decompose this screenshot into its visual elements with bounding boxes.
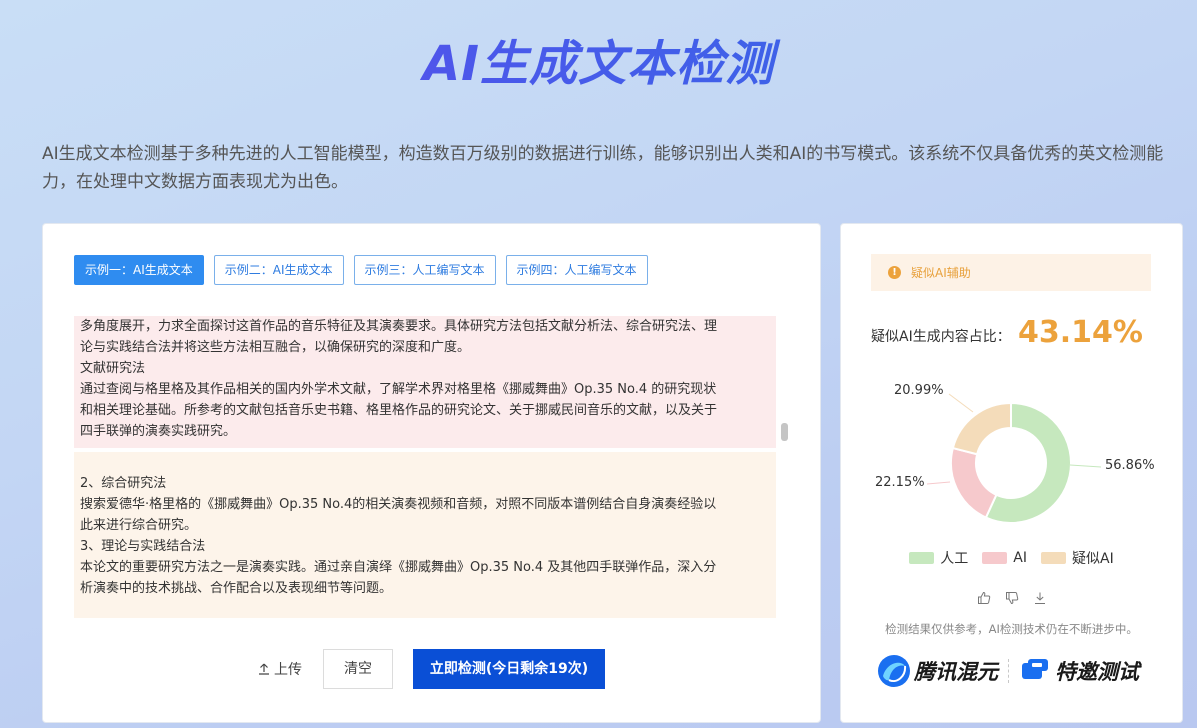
page-title: AI生成文本检测 xyxy=(0,24,1197,94)
scrollbar-thumb[interactable] xyxy=(781,423,788,441)
text-line: 析演奏中的技术挑战、合作配合以及表现细节等问题。 xyxy=(80,581,393,596)
legend-swatch xyxy=(982,552,1008,564)
example-tabs: 示例一：AI生成文本 示例二：AI生成文本 示例三：人工编写文本 示例四：人工编… xyxy=(74,255,648,285)
legend-item-suspect: 疑似AI xyxy=(1041,548,1114,568)
result-alert: ! 疑似AI辅助 xyxy=(871,254,1151,291)
tab-example-2[interactable]: 示例二：AI生成文本 xyxy=(213,255,344,285)
suspect-highlight-block: 2、综合研究法 搜索爱德华·格里格的《挪威舞曲》Op.35 No.4的相关演奏视… xyxy=(74,452,776,618)
text-line: 通过查阅与格里格及其作品相关的国内外学术文献，了解学术界对格里格《挪威舞曲》Op… xyxy=(80,382,717,397)
download-icon[interactable] xyxy=(1033,591,1047,605)
text-line: 此来进行综合研究。 xyxy=(80,518,198,533)
text-line: 文献研究法 xyxy=(80,361,146,376)
ai-highlight-block: 多角度展开，力求全面探讨这首作品的音乐特征及其演奏要求。具体研究方法包括文献分析… xyxy=(74,316,776,448)
warning-icon: ! xyxy=(888,266,901,279)
text-line: 和相关理论基础。所参考的文献包括音乐史书籍、格里格作品的研究论文、关于挪威民间音… xyxy=(80,403,718,418)
thumbs-down-icon[interactable] xyxy=(1005,591,1019,605)
clear-button[interactable]: 清空 xyxy=(323,649,393,689)
text-line: 2、综合研究法 xyxy=(80,476,167,491)
data-label: 22.15% xyxy=(875,475,925,490)
legend-label: AI xyxy=(1013,550,1027,566)
text-line: 搜索爱德华·格里格的《挪威舞曲》Op.35 No.4的相关演奏视频和音频，对照不… xyxy=(80,497,717,512)
upload-button[interactable]: 上传 xyxy=(258,659,302,679)
label-leader-line xyxy=(926,481,951,485)
thumbs-up-icon[interactable] xyxy=(977,591,991,605)
text-line: 四手联弹的演奏实践研究。 xyxy=(80,424,237,439)
page-description: AI生成文本检测基于多种先进的人工智能模型，构造数百万级别的数据进行训练，能够识… xyxy=(42,144,1164,192)
legend-item-human: 人工 xyxy=(909,548,968,568)
brand-invite-test: 特邀测试 xyxy=(1055,660,1139,684)
legend-item-ai: AI xyxy=(982,548,1027,568)
brand-hunyuan: 腾讯混元 xyxy=(914,660,998,684)
tab-example-3[interactable]: 示例三：人工编写文本 xyxy=(353,255,496,285)
text-line xyxy=(80,452,770,473)
hunyuan-logo-icon xyxy=(878,655,910,687)
upload-icon xyxy=(259,663,269,675)
brand-separator xyxy=(1008,659,1010,683)
result-panel: ! 疑似AI辅助 疑似AI生成内容占比： 43.14% 56.86% 22.15%… xyxy=(840,223,1183,723)
ratio-value: 43.14% xyxy=(1018,315,1143,350)
input-panel: 示例一：AI生成文本 示例二：AI生成文本 示例三：人工编写文本 示例四：人工编… xyxy=(42,223,821,723)
invite-test-logo-icon xyxy=(1022,659,1048,679)
slice-suspect[interactable] xyxy=(951,401,1012,456)
legend-swatch xyxy=(1041,552,1066,564)
data-label: 56.86% xyxy=(1105,458,1155,473)
feedback-bar xyxy=(841,591,1182,605)
data-label: 20.99% xyxy=(894,383,944,398)
text-scrollbar[interactable] xyxy=(781,316,789,618)
action-bar: 上传 清空 立即检测(今日剩余19次) xyxy=(43,649,820,689)
alert-text: 疑似AI辅助 xyxy=(911,266,971,280)
legend-label: 疑似AI xyxy=(1072,551,1114,567)
legend-swatch xyxy=(909,552,935,564)
label-leader-line xyxy=(948,393,974,413)
upload-label: 上传 xyxy=(274,662,302,678)
text-line: 论与实践结合法并将这些方法相互融合，以确保研究的深度和广度。 xyxy=(80,340,471,355)
detect-button[interactable]: 立即检测(今日剩余19次) xyxy=(413,649,605,689)
legend-label: 人工 xyxy=(940,551,969,567)
ratio-label: 疑似AI生成内容占比： xyxy=(871,329,1011,345)
text-line: 本论文的重要研究方法之一是演奏实践。通过亲自演绎《挪威舞曲》Op.35 No.4… xyxy=(80,560,717,575)
text-line: 3、理论与实践结合法 xyxy=(80,539,206,554)
label-leader-line xyxy=(1069,464,1102,468)
slice-ai[interactable] xyxy=(950,446,998,519)
result-note: 检测结果仅供参考，AI检测技术仍在不断进步中。 xyxy=(885,622,1138,636)
brand-logos: 腾讯混元 特邀测试 xyxy=(877,654,1139,688)
text-input-area[interactable]: 多角度展开，力求全面探讨这首作品的音乐特征及其演奏要求。具体研究方法包括文献分析… xyxy=(74,316,776,618)
donut-chart: 56.86% 22.15% 20.99% xyxy=(875,383,1155,524)
chart-legend: 人工 AI 疑似AI xyxy=(841,548,1182,568)
tab-example-4[interactable]: 示例四：人工编写文本 xyxy=(505,255,648,285)
tab-example-1[interactable]: 示例一：AI生成文本 xyxy=(74,255,204,285)
text-line: 多角度展开，力求全面探讨这首作品的音乐特征及其演奏要求。具体研究方法包括文献分析… xyxy=(80,319,718,334)
